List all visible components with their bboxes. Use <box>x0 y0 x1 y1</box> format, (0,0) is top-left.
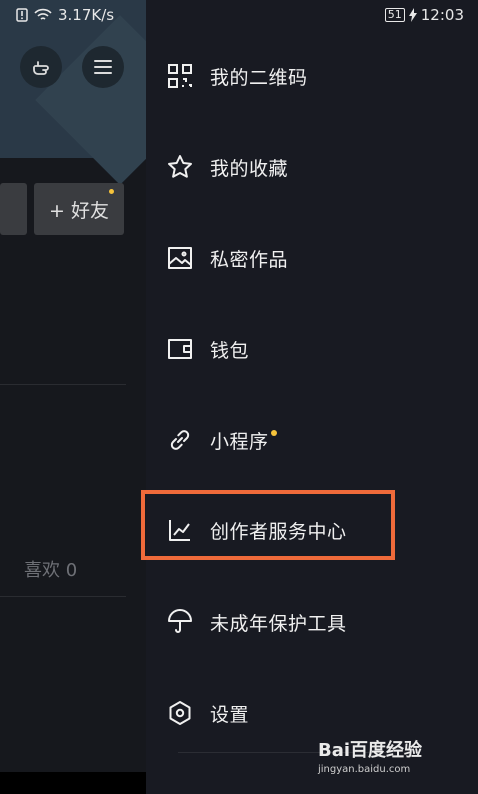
alert-icon <box>16 8 28 22</box>
menu-button[interactable] <box>82 46 124 88</box>
clock: 12:03 <box>420 6 464 24</box>
menu-label: 私密作品 <box>210 248 289 271</box>
divider <box>0 384 126 385</box>
menu-item-mini-programs[interactable]: 小程序 <box>166 422 277 458</box>
umbrella-icon <box>166 608 194 636</box>
highlight-box <box>141 490 395 560</box>
menu-label: 钱包 <box>210 339 250 362</box>
menu-label: 我的收藏 <box>210 157 289 180</box>
wallet-icon <box>166 335 194 363</box>
charging-icon <box>408 8 417 22</box>
menu-item-favorites[interactable]: 我的收藏 <box>166 149 288 185</box>
status-bar: 3.17K/s 51 12:03 <box>0 0 478 32</box>
menu-label: 未成年保护工具 <box>210 612 347 635</box>
new-badge-dot <box>270 430 277 436</box>
baidu-watermark: Bai百度经验 jingyan.baidu.com <box>318 736 422 775</box>
star-icon <box>166 153 194 181</box>
network-speed: 3.17K/s <box>58 6 115 24</box>
add-friend-label: + 好友 <box>49 199 109 222</box>
bottom-bar <box>0 772 146 794</box>
image-icon <box>166 244 194 272</box>
hand-point-icon <box>33 61 49 75</box>
divider <box>0 596 126 597</box>
hand-button[interactable] <box>20 46 62 88</box>
link-icon <box>166 426 194 454</box>
settings-icon <box>166 699 194 727</box>
edit-profile-button[interactable] <box>0 183 27 235</box>
menu-label: 我的二维码 <box>210 66 308 89</box>
menu-item-private-works[interactable]: 私密作品 <box>166 240 288 276</box>
menu-item-qr-code[interactable]: 我的二维码 <box>166 58 308 94</box>
likes-tab[interactable]: 喜欢 0 <box>24 556 77 582</box>
menu-label: 小程序 <box>210 430 269 453</box>
watermark-brand: Bai百度经验 <box>318 740 423 761</box>
menu-item-wallet[interactable]: 钱包 <box>166 331 249 367</box>
qr-code-icon <box>166 62 194 90</box>
wifi-icon <box>34 8 52 20</box>
menu-item-settings[interactable]: 设置 <box>166 695 249 731</box>
battery-level: 51 <box>384 8 405 22</box>
add-friend-button[interactable]: + 好友 <box>34 183 124 235</box>
side-drawer: 我的二维码 我的收藏 私密作品 钱包 小程序 创作者服务中心 未成年保护工具 设… <box>146 0 478 794</box>
profile-background: + 好友 喜欢 0 <box>0 0 146 794</box>
menu-item-minor-protection[interactable]: 未成年保护工具 <box>166 604 347 640</box>
menu-label: 设置 <box>210 703 250 726</box>
hamburger-icon <box>94 60 112 74</box>
notification-dot <box>109 189 114 194</box>
watermark-url: jingyan.baidu.com <box>318 764 411 775</box>
